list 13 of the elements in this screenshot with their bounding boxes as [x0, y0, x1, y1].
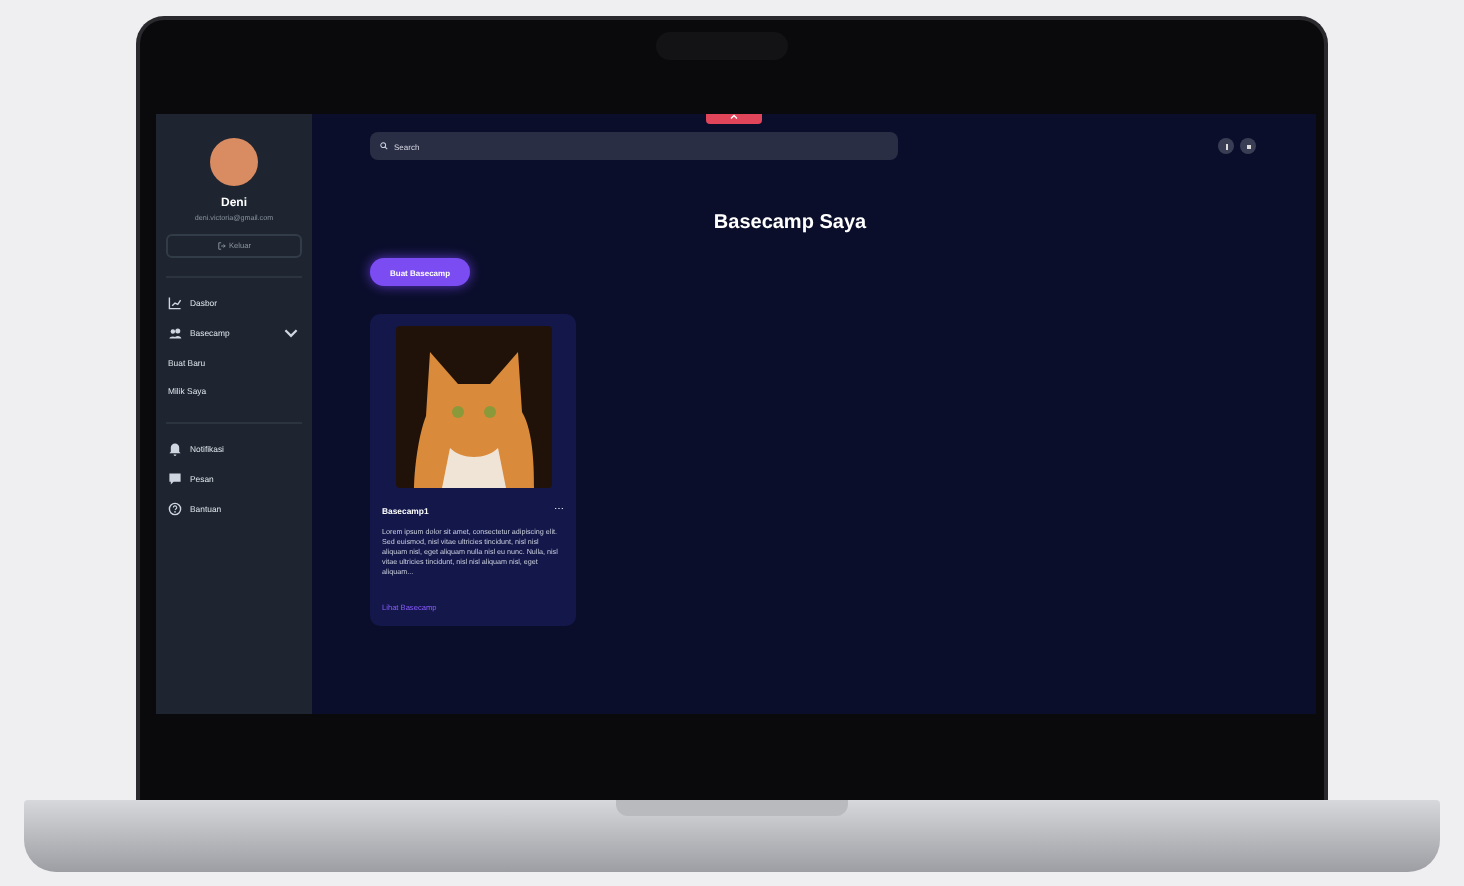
cat-drawing	[413, 348, 533, 488]
chevron-icon	[284, 326, 298, 340]
logout-icon	[217, 242, 225, 250]
notification-button[interactable]	[1218, 138, 1234, 154]
caret-icon	[730, 114, 738, 120]
avatar	[210, 138, 258, 186]
chart-icon	[168, 296, 182, 310]
help-icon	[168, 502, 182, 516]
pull-tab[interactable]	[706, 114, 762, 124]
settings-button[interactable]	[1240, 138, 1256, 154]
chat-icon	[168, 472, 182, 486]
people-icon	[168, 326, 182, 340]
page-title: Basecamp Saya	[711, 212, 869, 234]
